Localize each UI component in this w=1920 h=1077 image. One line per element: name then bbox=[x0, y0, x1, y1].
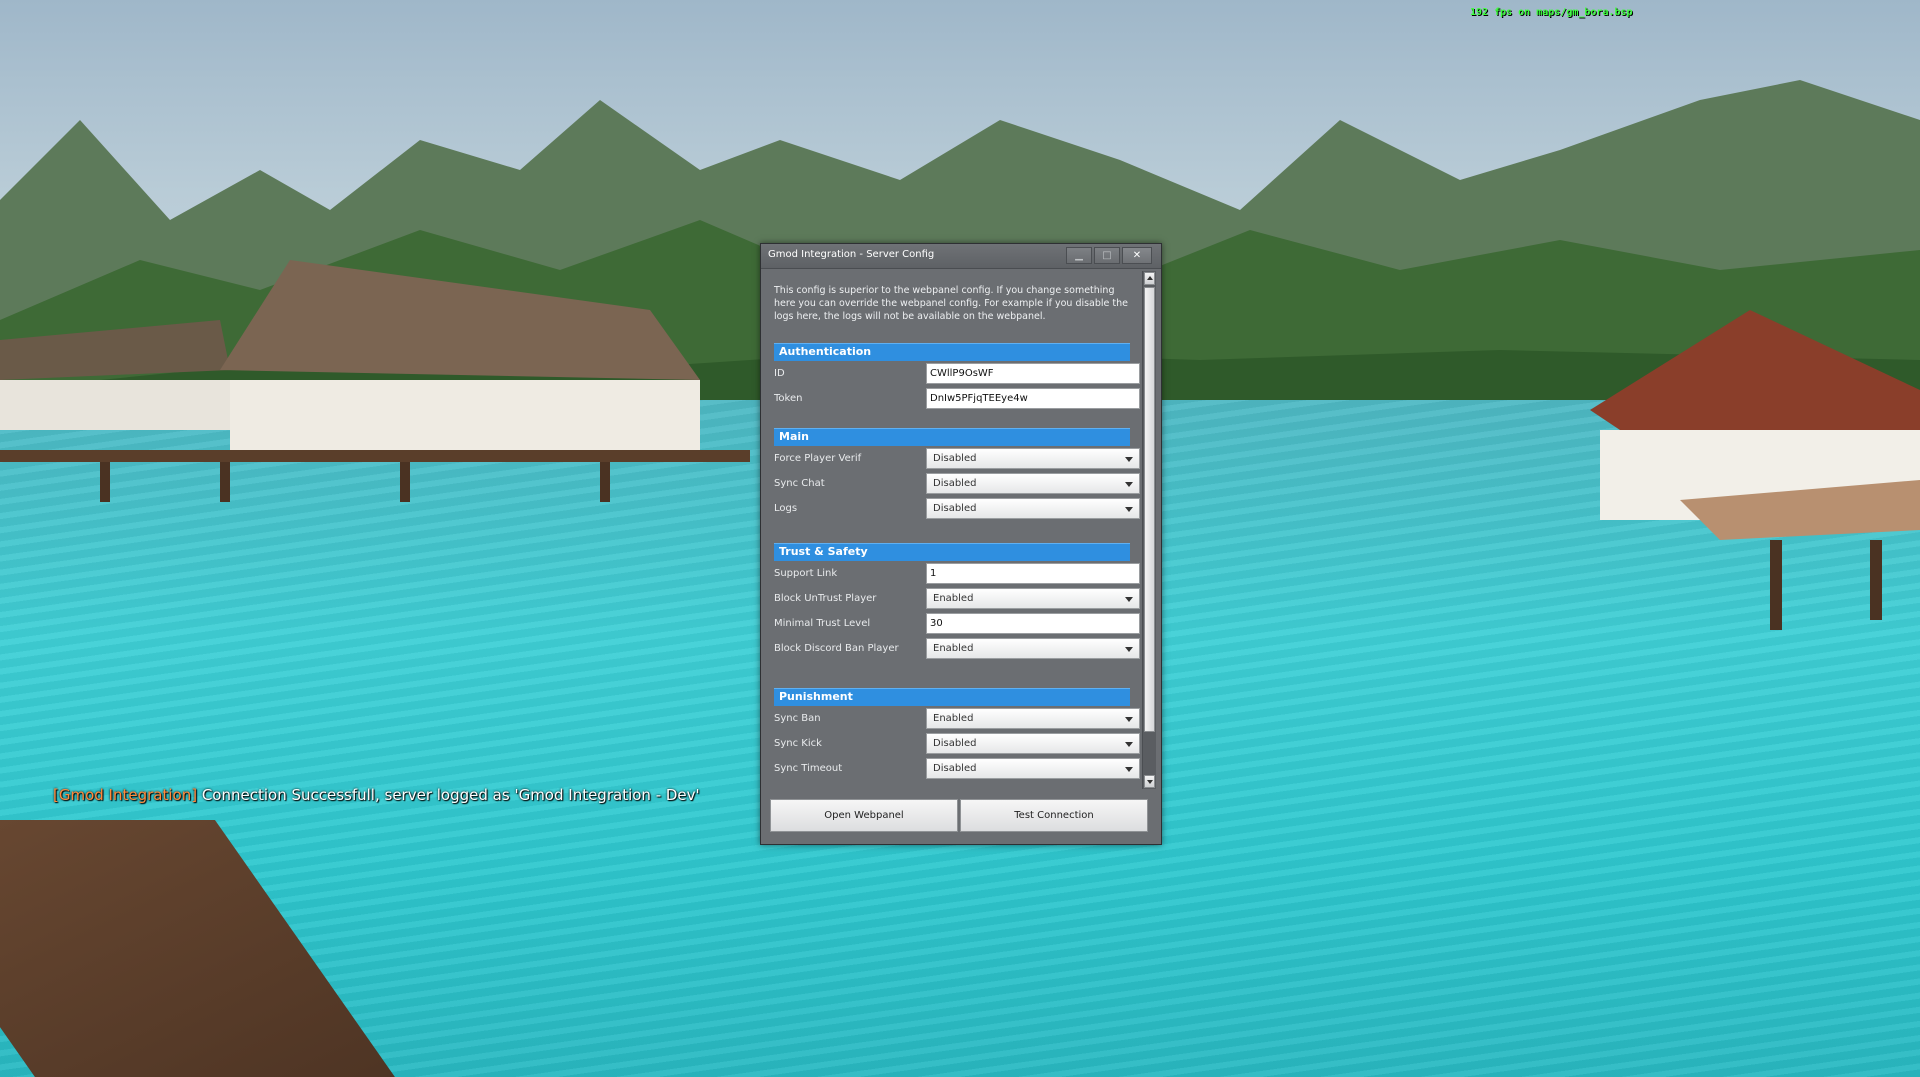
minimal-trust-level-input[interactable]: 30 bbox=[926, 613, 1140, 634]
chevron-down-icon bbox=[1125, 647, 1133, 652]
maximize-icon: □ bbox=[1102, 250, 1112, 261]
block-discord-ban-player-select[interactable]: Enabled bbox=[926, 638, 1140, 659]
chat-message: [Gmod Integration] Connection Successful… bbox=[53, 785, 703, 805]
sync-timeout-value: Disabled bbox=[933, 763, 977, 774]
scroll-down-button[interactable] bbox=[1144, 775, 1155, 788]
force-player-verif-value: Disabled bbox=[933, 453, 977, 464]
open-webpanel-button[interactable]: Open Webpanel bbox=[770, 799, 958, 832]
chevron-down-icon bbox=[1125, 507, 1133, 512]
chevron-down-icon bbox=[1125, 767, 1133, 772]
chat-text: Connection Successfull, server logged as… bbox=[197, 786, 700, 804]
section-header-trust-safety: Trust & Safety bbox=[774, 543, 1130, 561]
id-label: ID bbox=[774, 368, 785, 379]
chevron-down-icon bbox=[1125, 742, 1133, 747]
minimal-trust-level-label: Minimal Trust Level bbox=[774, 618, 871, 629]
vertical-scrollbar[interactable] bbox=[1142, 271, 1156, 789]
logs-value: Disabled bbox=[933, 503, 977, 514]
chat-tag: [Gmod Integration] bbox=[53, 786, 198, 804]
force-player-verif-label: Force Player Verif bbox=[774, 453, 862, 464]
sync-kick-value: Disabled bbox=[933, 738, 977, 749]
close-icon: ✕ bbox=[1132, 250, 1142, 261]
section-header-authentication: Authentication bbox=[774, 343, 1130, 361]
block-untrust-player-label: Block UnTrust Player bbox=[774, 593, 877, 604]
id-input[interactable]: CWllP9OsWF bbox=[926, 363, 1140, 384]
sync-chat-select[interactable]: Disabled bbox=[926, 473, 1140, 494]
sync-chat-label: Sync Chat bbox=[774, 478, 825, 489]
block-discord-ban-player-value: Enabled bbox=[933, 643, 974, 654]
scroll-up-button[interactable] bbox=[1144, 272, 1155, 285]
block-discord-ban-player-label: Block Discord Ban Player bbox=[774, 643, 899, 654]
token-label: Token bbox=[774, 393, 803, 404]
server-config-window: Gmod Integration - Server Config ▁ □ ✕ T… bbox=[760, 243, 1162, 845]
minimize-button[interactable]: ▁ bbox=[1066, 247, 1092, 264]
force-player-verif-select[interactable]: Disabled bbox=[926, 448, 1140, 469]
logs-label: Logs bbox=[774, 503, 798, 514]
maximize-button[interactable]: □ bbox=[1094, 247, 1120, 264]
sync-timeout-label: Sync Timeout bbox=[774, 763, 843, 774]
sync-ban-label: Sync Ban bbox=[774, 713, 821, 724]
block-untrust-player-value: Enabled bbox=[933, 593, 974, 604]
window-titlebar[interactable]: Gmod Integration - Server Config ▁ □ ✕ bbox=[761, 244, 1161, 269]
sync-ban-value: Enabled bbox=[933, 713, 974, 724]
fps-counter: 192 fps on maps/gm_bora.bsp bbox=[1470, 7, 1633, 18]
sync-timeout-select[interactable]: Disabled bbox=[926, 758, 1140, 779]
sync-kick-select[interactable]: Disabled bbox=[926, 733, 1140, 754]
window-title: Gmod Integration - Server Config bbox=[768, 249, 935, 260]
sync-ban-select[interactable]: Enabled bbox=[926, 708, 1140, 729]
close-button[interactable]: ✕ bbox=[1122, 247, 1152, 264]
minimize-icon: ▁ bbox=[1075, 250, 1083, 261]
section-header-main: Main bbox=[774, 428, 1130, 446]
block-untrust-player-select[interactable]: Enabled bbox=[926, 588, 1140, 609]
support-link-input[interactable]: 1 bbox=[926, 563, 1140, 584]
config-content: This config is superior to the webpanel … bbox=[769, 274, 1145, 794]
sync-chat-value: Disabled bbox=[933, 478, 977, 489]
logs-select[interactable]: Disabled bbox=[926, 498, 1140, 519]
chevron-down-icon bbox=[1125, 717, 1133, 722]
token-input[interactable]: DnIw5PFjqTEEye4w bbox=[926, 388, 1140, 409]
hut-right bbox=[1590, 310, 1920, 630]
hut-left bbox=[0, 260, 750, 502]
chevron-down-icon bbox=[1125, 482, 1133, 487]
section-header-punishment: Punishment bbox=[774, 688, 1130, 706]
chevron-down-icon bbox=[1125, 597, 1133, 602]
test-connection-button[interactable]: Test Connection bbox=[960, 799, 1148, 832]
intro-text: This config is superior to the webpanel … bbox=[774, 285, 1129, 322]
scroll-thumb[interactable] bbox=[1144, 287, 1155, 732]
support-link-label: Support Link bbox=[774, 568, 838, 579]
sync-kick-label: Sync Kick bbox=[774, 738, 822, 749]
chevron-down-icon bbox=[1125, 457, 1133, 462]
